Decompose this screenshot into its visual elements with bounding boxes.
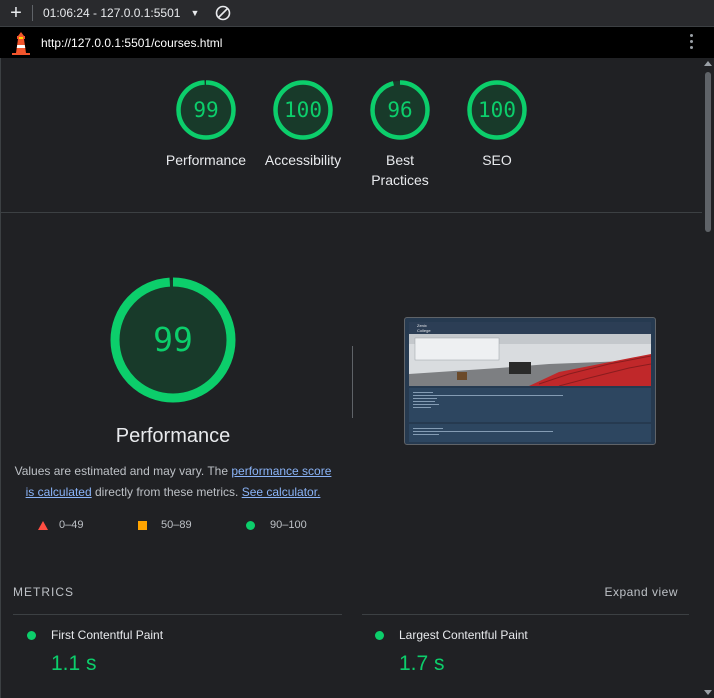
gauge-score: 96 [387, 98, 413, 122]
report-url-bar: http://127.0.0.1:5501/courses.html [0, 27, 714, 58]
gauge-best-practices[interactable]: 96 Best Practices [355, 78, 445, 190]
gauge-label: SEO [482, 152, 512, 168]
thumbnail-navbar: Zenix College [409, 322, 651, 334]
toolbar-separator [32, 5, 33, 21]
scrollbar[interactable] [702, 58, 714, 698]
note-text: directly from these metrics. [91, 485, 242, 499]
square-icon [138, 520, 147, 530]
new-report-button[interactable]: + [0, 0, 32, 26]
thumbnail-section [409, 388, 651, 422]
metric-value: 1.1 s [51, 652, 97, 675]
expand-view-button[interactable]: Expand view [604, 585, 678, 599]
gauge-label: Accessibility [264, 152, 342, 168]
scroll-up-icon[interactable] [704, 61, 712, 66]
final-screenshot[interactable]: Zenix College [404, 317, 656, 445]
note-text: Values are estimated and may vary. The [14, 464, 232, 478]
gauge-score: 99 [193, 98, 219, 122]
legend-average-label: 50–89 [161, 519, 192, 531]
section-divider [1, 212, 703, 213]
legend-fail-label: 0–49 [59, 519, 84, 531]
triangle-icon [38, 520, 48, 530]
report-selector[interactable]: 01:06:24 - 127.0.0.1:5501 ▼ [43, 6, 199, 20]
block-icon[interactable] [215, 5, 231, 21]
thumbnail-logo: Zenix College [417, 323, 431, 333]
metric-value: 1.7 s [399, 652, 445, 675]
metric-name: First Contentful Paint [51, 628, 164, 642]
gauge-label: Best Practices [371, 152, 429, 188]
legend-fail: 0–49 [38, 519, 83, 531]
performance-note: Values are estimated and may vary. The p… [11, 461, 335, 503]
scroll-down-icon[interactable] [704, 690, 712, 695]
metric-name: Largest Contentful Paint [399, 628, 528, 642]
scrollbar-thumb[interactable] [705, 72, 711, 232]
gauge-performance[interactable]: 99 Performance [161, 78, 251, 170]
performance-title: Performance [115, 425, 231, 447]
thumbnail-logo-line: College [417, 328, 431, 333]
calculator-link[interactable]: See calculator. [242, 485, 321, 499]
metric-divider [362, 614, 689, 615]
legend-average: 50–89 [138, 519, 192, 531]
gauge-seo[interactable]: 100 SEO [452, 78, 542, 170]
score-gauges: 99 Performance 100 Accessibility 96 Best… [1, 78, 703, 203]
devtools-toolbar: + 01:06:24 - 127.0.0.1:5501 ▼ [0, 0, 714, 27]
chevron-down-icon: ▼ [190, 8, 200, 18]
score-legend: 0–49 50–89 90–100 [1, 519, 341, 535]
report-content: 99 Performance 100 Accessibility 96 Best… [0, 58, 703, 698]
kebab-menu-icon[interactable] [690, 34, 694, 52]
pass-circle-icon [27, 631, 36, 640]
gauge-accessibility[interactable]: 100 Accessibility [258, 78, 348, 170]
thumbnail-section [409, 424, 651, 442]
thumbnail-photo [409, 334, 651, 386]
legend-pass-label: 90–100 [270, 519, 307, 531]
vertical-divider [352, 346, 353, 418]
gauge-score: 100 [284, 98, 322, 122]
performance-score: 99 [153, 320, 193, 359]
pass-circle-icon [375, 631, 384, 640]
report-selector-label: 01:06:24 - 127.0.0.1:5501 [43, 6, 181, 20]
metric-divider [13, 614, 342, 615]
report-url[interactable]: http://127.0.0.1:5501/courses.html [41, 36, 222, 50]
gauge-label: Performance [165, 152, 247, 168]
metrics-heading: METRICS [13, 585, 74, 599]
legend-pass: 90–100 [246, 519, 307, 531]
lighthouse-icon [12, 31, 30, 55]
circle-icon [246, 520, 255, 530]
gauge-score: 100 [478, 98, 516, 122]
